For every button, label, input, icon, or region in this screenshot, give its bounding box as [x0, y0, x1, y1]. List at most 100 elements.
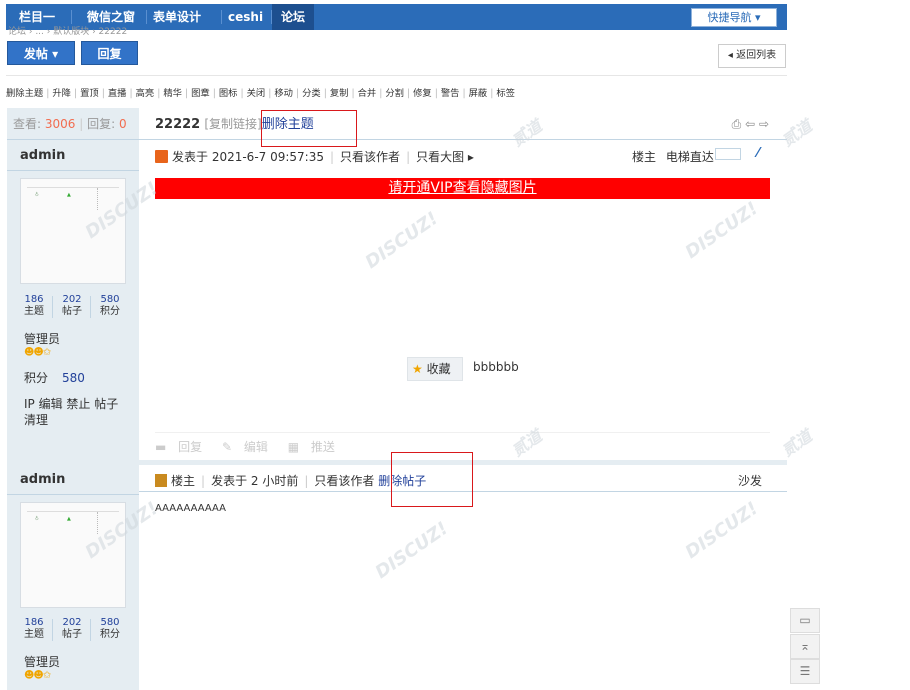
only-author-link[interactable]: 只看该作者 — [340, 150, 400, 164]
watermark: 贰道 — [778, 426, 816, 461]
topic-stats: 查看: 3006 | 回复: 0 — [7, 108, 139, 140]
post-time: 发表于 2021-6-7 09:57:35 — [172, 150, 324, 164]
post1-actions: ▬ 回复 ✎ 编辑 ▦ 推送 — [155, 438, 351, 455]
mod-action[interactable]: 图章 — [191, 88, 210, 99]
score-value[interactable]: 580 — [62, 371, 85, 385]
mod-action[interactable]: 移动 — [274, 88, 293, 99]
mod-action[interactable]: 置顶 — [80, 88, 99, 99]
edit-action[interactable]: ✎ 编辑 — [222, 440, 276, 454]
divider: | — [351, 88, 355, 99]
mod-action[interactable]: 警告 — [441, 88, 460, 99]
quick-nav-dropdown[interactable]: 快捷导航 ▾ — [691, 8, 777, 27]
elevator-input[interactable] — [715, 148, 741, 160]
star-icon: ★ — [412, 362, 423, 376]
elevator-go-icon[interactable]: ⁄ — [757, 146, 759, 161]
divider: | — [212, 88, 216, 99]
post2-user-role[interactable]: 管理员 — [24, 653, 60, 670]
stat-value[interactable]: 186 — [20, 294, 48, 306]
divider: | — [490, 88, 494, 99]
post1-score: 积分 580 — [24, 369, 85, 386]
nav-item-ceshi[interactable]: ceshi — [219, 4, 272, 30]
breadcrumb: 论坛 › ... › 默认版块 › 22222 — [8, 27, 128, 37]
divider: | — [184, 88, 189, 99]
stat-value[interactable]: 202 — [58, 294, 86, 306]
quick-reply-icon[interactable]: ▭ — [790, 608, 820, 633]
online-status-icon — [155, 150, 168, 163]
mod-action[interactable]: 图标 — [219, 88, 238, 99]
new-post-button[interactable]: 发帖 ▾ — [7, 41, 75, 65]
only-big-image-link[interactable]: 只看大图 ▸ — [416, 150, 474, 164]
nav-item-forum[interactable]: 论坛 — [272, 4, 315, 30]
post1-meta: 发表于 2021-6-7 09:57:35 | 只看该作者 | 只看大图 ▸ — [155, 148, 474, 165]
divider — [155, 432, 770, 433]
post1-mod-links[interactable]: IP 编辑 禁止 帖子 清理 — [24, 396, 134, 428]
avatar-thumbnail-icon: ♁ ▲ — [27, 511, 119, 537]
mod-action[interactable]: 屏蔽 — [469, 88, 488, 99]
copy-link[interactable]: [复制链接] — [204, 117, 261, 131]
stat-label: 主题 — [24, 306, 44, 317]
nav-item-form-design[interactable]: 表单设计 — [144, 4, 210, 30]
watermark: DISCUZ! — [681, 197, 763, 264]
post1-content: bbbbbb — [473, 360, 519, 374]
post1-author-name[interactable]: admin — [20, 148, 65, 163]
post2-author-name[interactable]: admin — [20, 472, 65, 487]
moderator-toolbar: 删除主题 | 升降 | 置顶 | 直播 | 高亮 | 精华 | 图章 | 图标 | 关闭 | 移动 | 分类 | 复制 | 合并… — [6, 85, 515, 99]
back-to-list-button[interactable]: ◂ 返回列表 — [718, 44, 786, 68]
watermark: DISCUZ! — [681, 497, 763, 564]
post2-floor: 沙发 — [738, 474, 763, 488]
mod-action[interactable]: 直播 — [108, 88, 127, 99]
divider: | — [406, 88, 411, 99]
return-list-icon[interactable]: ☰ — [790, 659, 820, 684]
post2-content: AAAAAAAAAA — [155, 503, 226, 514]
reply-action[interactable]: ▬ 回复 — [155, 440, 210, 454]
replies-count: 0 — [118, 117, 127, 131]
divider — [90, 296, 91, 318]
nav-divider — [71, 10, 72, 24]
stat-value[interactable]: 202 — [58, 617, 86, 629]
mod-action[interactable]: 删除主题 — [6, 88, 43, 99]
divider: | — [240, 88, 244, 99]
stat-label: 主题 — [24, 629, 44, 640]
divider: | — [295, 88, 300, 99]
post1-user-role[interactable]: 管理员 — [24, 330, 60, 347]
divider — [7, 170, 139, 171]
post1-rank-icons: ☻☻✩ — [24, 347, 51, 358]
edit-icon: ✎ — [222, 440, 233, 454]
divider: | — [323, 88, 327, 99]
divider: | — [73, 88, 78, 99]
next-topic-icon[interactable]: ⇨ — [759, 117, 769, 131]
floor-label: 楼主 — [632, 150, 657, 164]
prev-topic-icon[interactable]: ⇦ — [745, 117, 755, 131]
mod-action[interactable]: 合并 — [358, 88, 377, 99]
mod-action[interactable]: 修复 — [413, 88, 432, 99]
push-action[interactable]: ▦ 推送 — [288, 440, 343, 454]
divider: | — [157, 88, 161, 99]
reply-button[interactable]: 回复 — [81, 41, 138, 65]
stat-value[interactable]: 186 — [20, 617, 48, 629]
divider — [52, 296, 53, 318]
mod-action[interactable]: 升降 — [52, 88, 71, 99]
divider: | — [101, 88, 105, 99]
mod-action[interactable]: 高亮 — [136, 88, 155, 99]
mod-action[interactable]: 标签 — [496, 88, 515, 99]
views-label: 查看: — [13, 117, 42, 131]
stat-value[interactable]: 580 — [96, 294, 124, 306]
mod-action[interactable]: 分割 — [385, 88, 404, 99]
post2-user-stats: 186 主题 202 帖子 580 积分 — [20, 617, 126, 645]
mod-action[interactable]: 关闭 — [247, 88, 266, 99]
post1-avatar[interactable]: ♁ ▲ — [20, 178, 126, 284]
back-to-top-icon[interactable]: ⌅ — [790, 634, 820, 659]
post1-user-stats: 186 主题 202 帖子 580 积分 — [20, 294, 126, 322]
vip-notice-link[interactable]: 请开通VIP查看隐藏图片 — [155, 178, 770, 199]
only-author-link[interactable]: 只看该作者 — [314, 474, 374, 488]
mod-action[interactable]: 分类 — [302, 88, 321, 99]
favorite-button[interactable]: ★ 收藏 — [407, 357, 463, 381]
post2-avatar[interactable]: ♁ ▲ — [20, 502, 126, 608]
print-icon[interactable]: ⎙ — [732, 117, 742, 131]
stat-value[interactable]: 580 — [96, 617, 124, 629]
stat-label: 帖子 — [62, 629, 82, 640]
floor-owner-icon — [155, 474, 167, 487]
mod-action[interactable]: 复制 — [330, 88, 349, 99]
mod-action[interactable]: 精华 — [163, 88, 182, 99]
divider — [7, 494, 139, 495]
